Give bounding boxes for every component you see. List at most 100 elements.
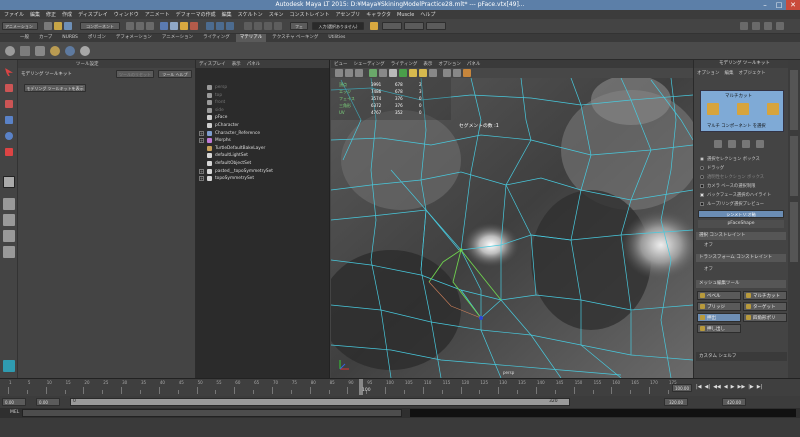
expand-toggle-icon[interactable] [199, 123, 204, 128]
outliner-item[interactable]: + Character_Reference [199, 130, 260, 137]
single-view-icon[interactable] [3, 176, 15, 188]
playback-start-field[interactable]: 0.00 [36, 398, 60, 406]
expand-toggle-icon[interactable] [199, 85, 204, 90]
show-channel-box-icon[interactable] [776, 22, 784, 30]
reset-tool-button[interactable]: ツールのリセット [116, 70, 154, 78]
render-icon[interactable] [254, 22, 262, 30]
outliner-item[interactable]: top [199, 92, 222, 99]
pick-walk-icon[interactable] [714, 140, 722, 148]
selection-option[interactable]: カメラ ベースの選択制限 [700, 183, 755, 189]
menu-item[interactable]: 修正 [46, 11, 56, 18]
uv-mask-icon[interactable] [190, 22, 198, 30]
step-back-icon[interactable]: ◀| [705, 384, 711, 392]
expand-toggle-icon[interactable] [199, 153, 204, 158]
outliner-item[interactable]: + Morphs [199, 137, 231, 144]
open-scene-icon[interactable] [54, 22, 62, 30]
select-tool-icon[interactable] [5, 68, 13, 76]
edge-mask-icon[interactable] [170, 22, 178, 30]
z-field[interactable] [426, 22, 446, 30]
viewport-menu-item[interactable]: シェーディング [354, 61, 385, 67]
select-object-icon[interactable] [136, 22, 144, 30]
menu-item[interactable]: 作成 [62, 11, 72, 18]
selection-constraint-header[interactable]: 選択 コンストレイント [696, 232, 786, 240]
play-forward-icon[interactable]: ▶ [731, 384, 735, 392]
expand-toggle-icon[interactable] [199, 93, 204, 98]
move-icon[interactable] [728, 140, 736, 148]
go-to-start-icon[interactable]: |◀ [696, 384, 702, 392]
expand-toggle-icon[interactable]: + [199, 176, 204, 182]
time-slider[interactable]: 1 5 10 15 20 25 30 35 40 45 50 55 60 65 70 75 80 85 90 95 10… [0, 378, 800, 396]
menu-item[interactable]: ファイル [4, 11, 24, 18]
textured-icon[interactable] [409, 69, 417, 77]
snap-grid-icon[interactable] [206, 22, 214, 30]
checkbox[interactable] [700, 202, 704, 206]
vertex-select-icon[interactable] [707, 103, 719, 115]
menu-set-dropdown[interactable]: アニメーション [2, 22, 38, 30]
show-modeling-toolkit-button[interactable]: モデリング ツールキットを表示 [24, 84, 86, 92]
prev-key-icon[interactable]: ◀◀ [713, 384, 721, 392]
outliner-item[interactable]: persp [199, 84, 227, 91]
cube-icon[interactable] [20, 46, 30, 56]
channel-box-tab[interactable] [790, 136, 798, 196]
modeling-toolkit-tab[interactable] [790, 202, 798, 262]
outliner-item[interactable]: + topoSymmetrySet [199, 175, 254, 182]
outliner-menu-item[interactable]: ディスプレイ [199, 61, 226, 67]
current-time-field[interactable]: 100.00 [672, 384, 692, 392]
shelf-tab[interactable]: 一般 [16, 34, 33, 42]
mesh-tool-button[interactable]: ターゲット [743, 302, 787, 311]
scale-tool-icon[interactable] [5, 148, 13, 156]
menu-item[interactable]: アニメート [145, 11, 170, 18]
start-time-field[interactable]: 0.00 [2, 398, 26, 406]
viewport-menu-item[interactable]: オプション [438, 61, 461, 67]
expand-toggle-icon[interactable]: + [199, 130, 204, 136]
rotate-icon[interactable] [742, 140, 750, 148]
outliner-item[interactable]: pFace [199, 114, 227, 121]
scale-icon[interactable] [756, 140, 764, 148]
viewport-menu-item[interactable]: ビュー [334, 61, 348, 67]
render-settings-icon[interactable] [274, 22, 282, 30]
mesh-tool-button[interactable]: 押出 [697, 313, 741, 322]
x-field[interactable] [382, 22, 402, 30]
menu-item[interactable]: ウィンドウ [114, 11, 139, 18]
tool-help-button[interactable]: ツール ヘルプ [158, 70, 192, 78]
paint-select-icon[interactable] [5, 100, 13, 108]
modeling-menu-item[interactable]: オブジェクト [739, 70, 766, 76]
viewport-menu-item[interactable]: パネル [467, 61, 481, 67]
mesh-tool-button[interactable]: ブリッジ [697, 302, 741, 311]
range-bar[interactable]: 0 320 [70, 398, 570, 406]
layout-icon[interactable] [3, 198, 15, 210]
face-mask-icon[interactable] [180, 22, 188, 30]
shelf-tab[interactable]: Utilities [324, 34, 349, 42]
symmetry-button[interactable]: シンメトリ:オ軸 [698, 210, 784, 218]
play-back-icon[interactable]: ◀ [724, 384, 728, 392]
shelf-tab[interactable]: マテリアル [235, 34, 267, 42]
expand-toggle-icon[interactable] [199, 100, 204, 105]
menu-item[interactable]: ディスプレイ [78, 11, 108, 18]
grid-toggle-icon[interactable] [369, 69, 377, 77]
language-field[interactable]: フェ [290, 22, 308, 30]
four-view-icon[interactable] [3, 214, 15, 226]
go-to-end-icon[interactable]: ▶| [757, 384, 763, 392]
shelf-tab[interactable]: アニメーション [158, 34, 197, 42]
edge-select-icon[interactable] [737, 103, 749, 115]
quick-select-field[interactable]: 入力(選択ありません) [312, 22, 364, 30]
lambert-sphere-icon[interactable] [80, 46, 90, 56]
menu-item[interactable]: 編集 [30, 11, 40, 18]
outliner-item[interactable]: TurtleDefaultBakeLayer [199, 145, 265, 152]
component-mode-field[interactable]: コンポーネント [80, 22, 120, 30]
mesh-tool-button[interactable]: 四角形ポリ [743, 313, 787, 322]
next-key-icon[interactable]: ▶▶ [737, 384, 745, 392]
step-forward-icon[interactable]: |▶ [748, 384, 754, 392]
outliner-menu-item[interactable]: 表示 [232, 61, 241, 67]
face-select-icon[interactable] [767, 103, 779, 115]
selection-option[interactable]: ドラッグ [700, 165, 724, 171]
graph-layout-icon[interactable] [3, 246, 15, 258]
save-scene-icon[interactable] [64, 22, 72, 30]
isolate-select-icon[interactable] [463, 69, 471, 77]
outliner-item[interactable]: defaultLightSet [199, 152, 248, 159]
checkbox[interactable] [700, 193, 704, 197]
bookmark-icon[interactable] [355, 69, 363, 77]
snap-curve-icon[interactable] [216, 22, 224, 30]
show-attribute-editor-icon[interactable] [752, 22, 760, 30]
menu-item[interactable]: ヘルプ [420, 11, 435, 18]
